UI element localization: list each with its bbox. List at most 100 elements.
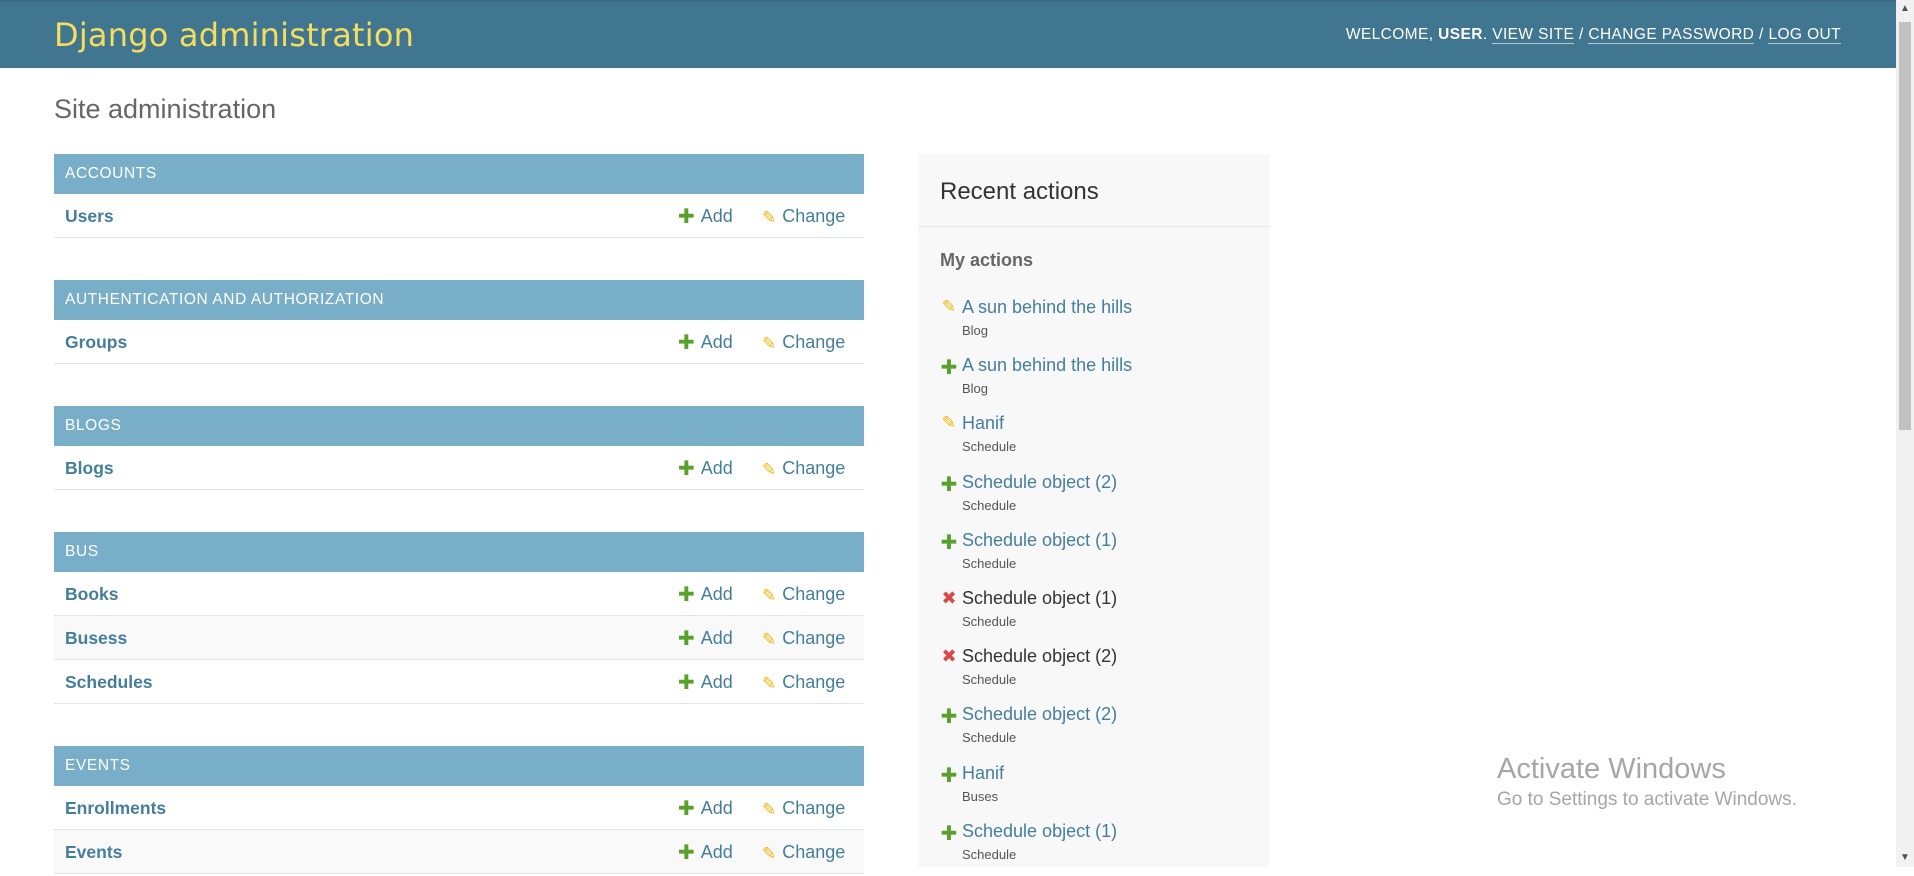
add-label: Add <box>700 798 733 818</box>
change-link[interactable]: ✎ Change <box>762 320 845 366</box>
recent-action-title[interactable]: Hanif <box>962 763 1004 784</box>
change-link[interactable]: ✎ Change <box>762 660 845 706</box>
add-link[interactable]: ✚ Add <box>678 446 733 491</box>
scrollbar-thumb[interactable] <box>1899 22 1911 430</box>
add-label: Add <box>700 458 733 478</box>
pencil-icon: ✎ <box>941 297 957 316</box>
add-link[interactable]: ✚ Add <box>678 830 733 875</box>
user-tools: Welcome, user. View site / Change passwo… <box>1345 26 1841 44</box>
change-label: Change <box>782 332 846 352</box>
scroll-down-arrow-icon[interactable]: ▼ <box>1896 849 1914 867</box>
divider <box>918 226 1269 227</box>
pencil-icon: ✎ <box>762 460 777 479</box>
recent-action-title: Schedule object (2) <box>962 646 1118 666</box>
recent-action-item: ✚ Schedule object (2) Schedule <box>940 472 1260 522</box>
model-link[interactable]: Users <box>65 194 114 238</box>
welcome-text: Welcome, <box>1345 26 1434 43</box>
add-label: Add <box>700 842 733 862</box>
add-link[interactable]: ✚ Add <box>678 320 733 365</box>
change-password-link[interactable]: Change password <box>1588 26 1755 44</box>
recent-action-title[interactable]: Schedule object (2) <box>962 472 1117 493</box>
site-branding[interactable]: Django administration <box>54 16 414 54</box>
plus-icon: ✚ <box>678 798 695 820</box>
add-link[interactable]: ✚ Add <box>678 572 733 617</box>
change-link[interactable]: ✎ Change <box>762 830 845 876</box>
model-row: Enrollments ✚ Add ✎ Change <box>54 786 864 830</box>
recent-action-type: Schedule <box>962 672 1017 687</box>
add-label: Add <box>700 206 733 226</box>
add-label: Add <box>700 672 733 692</box>
app-caption[interactable]: Events <box>54 746 864 786</box>
watermark-title: Activate Windows <box>1497 753 1726 785</box>
vertical-scrollbar[interactable]: ▲ ▼ <box>1896 0 1914 867</box>
view-site-link[interactable]: View site <box>1492 26 1575 44</box>
recent-action-item: ✎ Hanif Schedule <box>940 413 1260 463</box>
app-caption[interactable]: Accounts <box>54 154 864 194</box>
model-row: Groups ✚ Add ✎ Change <box>54 320 864 364</box>
plus-icon: ✚ <box>678 842 695 864</box>
plus-icon: ✚ <box>678 584 695 606</box>
model-link[interactable]: Enrollments <box>65 786 166 830</box>
model-link[interactable]: Groups <box>65 320 127 364</box>
pencil-icon: ✎ <box>762 844 777 863</box>
app-module: Blogs Blogs ✚ Add ✎ Change <box>54 406 864 490</box>
page-title: Site administration <box>54 94 277 124</box>
change-link[interactable]: ✎ Change <box>762 572 845 618</box>
plus-icon: ✚ <box>940 474 958 496</box>
scroll-up-arrow-icon[interactable]: ▲ <box>1896 0 1914 18</box>
app-module: Authentication and Authorization Groups ✚ A… <box>54 280 864 364</box>
change-label: Change <box>782 628 846 648</box>
add-label: Add <box>700 584 733 604</box>
app-caption[interactable]: Bus <box>54 532 864 572</box>
change-label: Change <box>782 206 846 226</box>
recent-action-type: Schedule <box>962 498 1017 513</box>
recent-action-item: ✚ Schedule object (1) Schedule <box>940 821 1260 871</box>
model-link[interactable]: Blogs <box>65 446 114 490</box>
model-row: Schedules ✚ Add ✎ Change <box>54 660 864 704</box>
recent-actions-panel: Recent actions My actions ✎ A sun behind … <box>918 154 1269 867</box>
pencil-icon: ✎ <box>762 586 777 605</box>
cross-icon: ✖ <box>941 646 957 666</box>
recent-action-type: Buses <box>962 789 999 804</box>
change-link[interactable]: ✎ Change <box>762 616 845 662</box>
recent-action-title[interactable]: A sun behind the hills <box>962 355 1132 376</box>
recent-action-type: Blog <box>962 323 989 338</box>
model-row: Events ✚ Add ✎ Change <box>54 830 864 874</box>
add-link[interactable]: ✚ Add <box>678 194 733 239</box>
app-caption[interactable]: Blogs <box>54 406 864 446</box>
change-label: Change <box>782 842 846 862</box>
recent-action-title[interactable]: Schedule object (1) <box>962 530 1117 551</box>
add-link[interactable]: ✚ Add <box>678 660 733 705</box>
recent-action-type: Blog <box>962 381 989 396</box>
plus-icon: ✚ <box>940 765 958 787</box>
plus-icon: ✚ <box>678 458 695 480</box>
model-row: Blogs ✚ Add ✎ Change <box>54 446 864 490</box>
change-link[interactable]: ✎ Change <box>762 786 845 832</box>
recent-action-type: Schedule <box>962 556 1017 571</box>
model-link[interactable]: Schedules <box>65 660 153 704</box>
plus-icon: ✚ <box>940 357 958 379</box>
recent-action-title[interactable]: Hanif <box>962 413 1004 434</box>
recent-action-title[interactable]: Schedule object (1) <box>962 821 1117 842</box>
log-out-link[interactable]: Log out <box>1768 26 1841 44</box>
model-link[interactable]: Events <box>65 830 122 874</box>
watermark-subtitle: Go to Settings to activate Windows. <box>1497 789 1797 810</box>
change-link[interactable]: ✎ Change <box>762 446 845 492</box>
recent-action-title[interactable]: Schedule object (2) <box>962 704 1117 725</box>
model-link[interactable]: Busess <box>65 616 127 660</box>
plus-icon: ✚ <box>678 206 695 228</box>
change-label: Change <box>782 458 846 478</box>
app-caption[interactable]: Authentication and Authorization <box>54 280 864 320</box>
change-link[interactable]: ✎ Change <box>762 194 845 240</box>
model-row: Books ✚ Add ✎ Change <box>54 572 864 616</box>
change-label: Change <box>782 798 846 818</box>
cross-icon: ✖ <box>941 588 957 608</box>
plus-icon: ✚ <box>678 332 695 354</box>
add-link[interactable]: ✚ Add <box>678 786 733 831</box>
model-link[interactable]: Books <box>65 572 118 616</box>
recent-action-item: ✚ Schedule object (2) Schedule <box>940 704 1260 754</box>
separator: / <box>1578 26 1584 43</box>
add-link[interactable]: ✚ Add <box>678 616 733 661</box>
recent-action-title[interactable]: A sun behind the hills <box>962 297 1132 318</box>
change-label: Change <box>782 584 846 604</box>
